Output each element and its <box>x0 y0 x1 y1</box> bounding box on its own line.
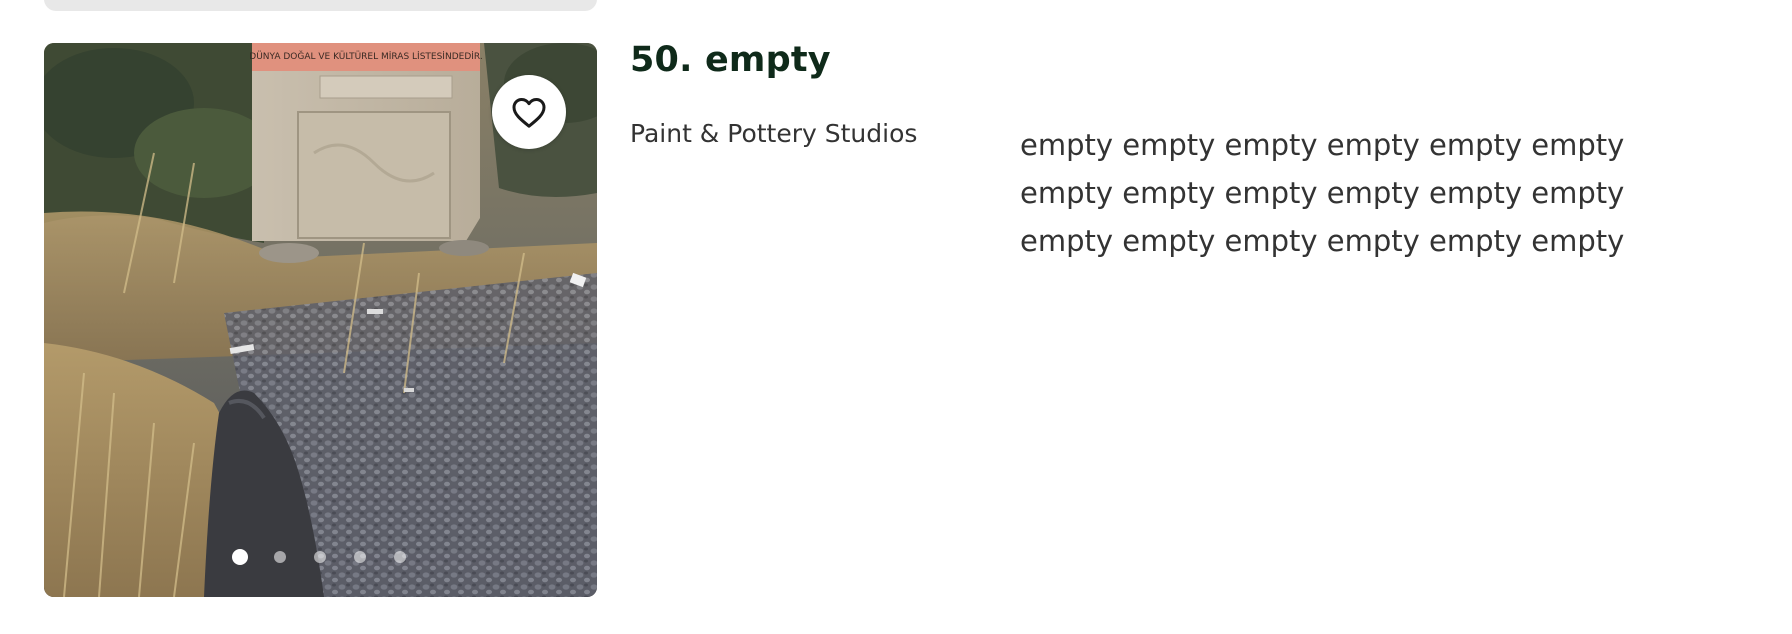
listing-title[interactable]: 50. empty <box>630 40 831 80</box>
carousel-dot[interactable] <box>232 549 248 565</box>
svg-text:DÜNYA DOĞAL VE KÜLTÜREL MİRAS: DÜNYA DOĞAL VE KÜLTÜREL MİRAS LİSTESİNDE… <box>249 50 482 62</box>
listing-card: DÜNYA DOĞAL VE KÜLTÜREL MİRAS LİSTESİNDE… <box>0 0 1792 634</box>
listing-category: Paint & Pottery Studios <box>630 119 918 148</box>
heart-icon <box>512 98 546 128</box>
carousel-dot[interactable] <box>314 551 326 563</box>
listing-description: empty empty empty empty empty empty empt… <box>1020 128 1625 258</box>
carousel-dot[interactable] <box>274 551 286 563</box>
carousel-dot[interactable] <box>394 551 406 563</box>
carousel-dot[interactable] <box>354 551 366 563</box>
listing-photo-carousel[interactable]: DÜNYA DOĞAL VE KÜLTÜREL MİRAS LİSTESİNDE… <box>44 43 597 597</box>
carousel-pagination <box>44 549 597 567</box>
save-favorite-button[interactable] <box>492 75 566 149</box>
